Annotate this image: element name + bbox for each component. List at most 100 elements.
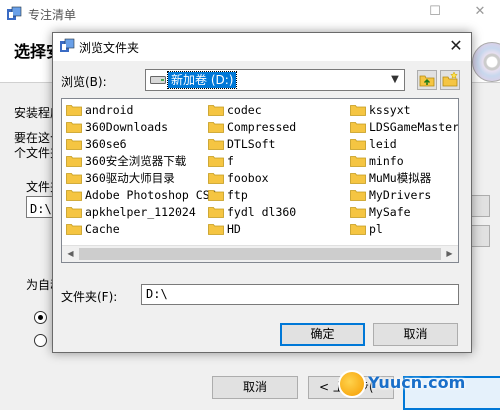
list-item[interactable]: fydl dl360 xyxy=(208,204,296,221)
folder-name: MyDrivers xyxy=(369,188,432,202)
folder-name: Adobe Photoshop CS6 xyxy=(85,188,217,202)
close-icon[interactable]: ✕ xyxy=(470,4,490,22)
list-item[interactable]: apkhelper_112024 xyxy=(66,204,217,221)
folder-icon xyxy=(350,172,366,184)
folder-icon xyxy=(350,121,366,133)
list-item[interactable]: LDSGameMaster xyxy=(350,119,458,136)
list-item[interactable]: Compressed xyxy=(208,119,296,136)
installer-cancel-button[interactable]: 取消 xyxy=(212,376,298,399)
folder-name: fydl dl360 xyxy=(227,205,297,219)
list-item[interactable]: MyDrivers xyxy=(350,187,458,204)
folder-name: 360驱动大师目录 xyxy=(85,171,175,185)
folder-column-2: codec Compressed DTLSoft f foobox ftp fy… xyxy=(208,102,296,238)
folder-icon xyxy=(66,189,82,201)
watermark-logo-icon xyxy=(338,370,366,398)
folder-name: pl xyxy=(369,222,383,236)
folder-name: android xyxy=(85,103,134,117)
folder-name: foobox xyxy=(227,171,269,185)
folder-name: 360Downloads xyxy=(85,120,169,134)
dialog-close-icon[interactable]: ✕ xyxy=(445,36,467,56)
list-item[interactable]: foobox xyxy=(208,170,296,187)
browse-label: 浏览(B): xyxy=(61,75,107,89)
folder-icon xyxy=(208,121,224,133)
ok-button[interactable]: 确定 xyxy=(280,323,365,346)
folder-name: minfo xyxy=(369,154,404,168)
installer-radio-2[interactable] xyxy=(34,334,47,347)
up-folder-icon xyxy=(419,75,435,87)
folder-name: codec xyxy=(227,103,262,117)
list-item[interactable]: 360驱动大师目录 xyxy=(66,170,217,187)
installer-title: 专注清单 xyxy=(28,8,77,22)
list-item[interactable]: 360Downloads xyxy=(66,119,217,136)
scroll-right-icon[interactable]: ▶ xyxy=(441,246,458,262)
new-folder-button[interactable] xyxy=(440,70,460,90)
folder-icon xyxy=(208,138,224,150)
folder-name: ftp xyxy=(227,188,248,202)
folder-name: apkhelper_112024 xyxy=(85,205,196,219)
up-folder-button[interactable] xyxy=(417,70,437,90)
list-item[interactable]: minfo xyxy=(350,153,458,170)
folder-label: 文件夹(F): xyxy=(61,290,118,304)
folder-icon xyxy=(208,172,224,184)
folder-icon xyxy=(350,138,366,150)
folder-icon xyxy=(208,223,224,235)
maximize-icon[interactable]: ☐ xyxy=(425,4,445,22)
folder-icon xyxy=(66,121,82,133)
list-item[interactable]: MySafe xyxy=(350,204,458,221)
folder-icon xyxy=(66,155,82,167)
folder-name: leid xyxy=(369,137,397,151)
folder-name: f xyxy=(227,154,234,168)
scroll-left-icon[interactable]: ◀ xyxy=(62,246,79,262)
folder-name: HD xyxy=(227,222,241,236)
folder-field[interactable]: D:\ xyxy=(141,284,459,305)
folder-icon xyxy=(350,104,366,116)
installer-app-icon xyxy=(60,38,75,52)
scrollbar-thumb[interactable] xyxy=(79,248,441,260)
list-item[interactable]: pl xyxy=(350,221,458,238)
cancel-button[interactable]: 取消 xyxy=(373,323,458,346)
hard-drive-icon xyxy=(150,76,166,84)
drive-combobox[interactable]: 新加卷 (D:) ▼ xyxy=(145,69,405,91)
installer-app-icon xyxy=(7,6,22,20)
installer-radio-1[interactable] xyxy=(34,311,47,324)
folder-icon xyxy=(208,189,224,201)
folder-name: MuMu模拟器 xyxy=(369,171,432,185)
list-item[interactable]: 360安全浏览器下载 xyxy=(66,153,217,170)
list-item[interactable]: codec xyxy=(208,102,296,119)
folder-icon xyxy=(350,155,366,167)
new-folder-icon xyxy=(442,71,458,87)
dialog-title: 浏览文件夹 xyxy=(79,41,140,55)
installer-side-button[interactable] xyxy=(470,225,490,247)
list-item[interactable]: Adobe Photoshop CS6 xyxy=(66,187,217,204)
list-item[interactable]: leid xyxy=(350,136,458,153)
list-item[interactable]: android xyxy=(66,102,217,119)
chevron-down-icon[interactable]: ▼ xyxy=(386,70,404,90)
folder-listbox[interactable]: android 360Downloads 360se6 360安全浏览器下载 3… xyxy=(61,98,459,263)
list-item[interactable]: kssyxt xyxy=(350,102,458,119)
folder-icon xyxy=(350,223,366,235)
folder-icon xyxy=(66,206,82,218)
list-item[interactable]: DTLSoft xyxy=(208,136,296,153)
folder-icon xyxy=(66,223,82,235)
folder-name: MySafe xyxy=(369,205,411,219)
folder-name: 360se6 xyxy=(85,137,127,151)
list-item[interactable]: HD xyxy=(208,221,296,238)
folder-icon xyxy=(208,206,224,218)
dialog-titlebar: 浏览文件夹 ✕ xyxy=(53,33,471,61)
list-item[interactable]: MuMu模拟器 xyxy=(350,170,458,187)
horizontal-scrollbar[interactable]: ◀ ▶ xyxy=(62,245,458,262)
watermark-text: Yuucn.com xyxy=(368,373,466,392)
list-item[interactable]: ftp xyxy=(208,187,296,204)
list-item[interactable]: Cache xyxy=(66,221,217,238)
installer-browse-button[interactable] xyxy=(470,195,490,217)
list-item[interactable]: 360se6 xyxy=(66,136,217,153)
folder-column-1: android 360Downloads 360se6 360安全浏览器下载 3… xyxy=(66,102,217,238)
folder-icon xyxy=(66,138,82,150)
folder-icon xyxy=(66,104,82,116)
list-item[interactable]: f xyxy=(208,153,296,170)
folder-name: kssyxt xyxy=(369,103,411,117)
folder-column-3: kssyxt LDSGameMaster leid minfo MuMu模拟器 … xyxy=(350,102,458,238)
browse-folder-dialog: 浏览文件夹 ✕ 浏览(B): 新加卷 (D:) ▼ android 360Dow… xyxy=(52,32,472,353)
folder-name: 360安全浏览器下载 xyxy=(85,154,187,168)
folder-name: Compressed xyxy=(227,120,297,134)
